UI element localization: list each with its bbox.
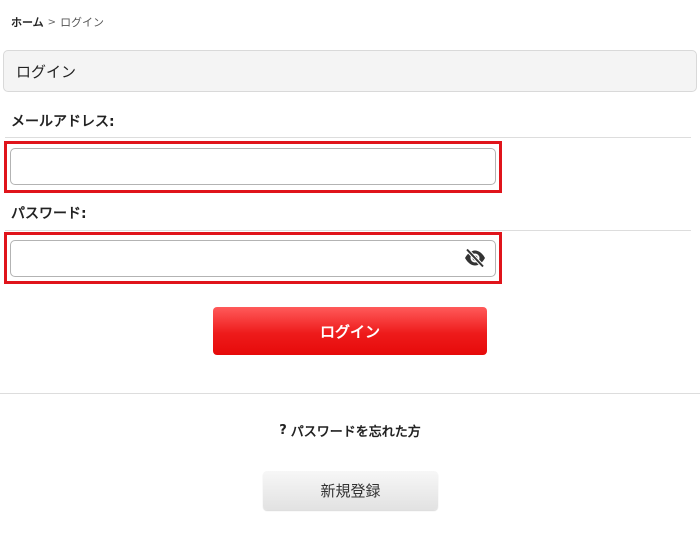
forgot-password-label: パスワードを忘れた方 xyxy=(290,425,421,440)
breadcrumb-separator: > xyxy=(47,17,57,28)
page-title-text: ログイン xyxy=(16,62,77,81)
password-label: パスワード: xyxy=(11,206,87,222)
forgot-password-link[interactable]: ? パスワードを忘れた方 xyxy=(0,421,700,440)
email-label-divider xyxy=(5,137,691,138)
password-label-divider xyxy=(5,230,691,231)
email-label: メールアドレス: xyxy=(11,114,115,130)
email-input[interactable] xyxy=(10,148,496,185)
question-mark-icon: ? xyxy=(279,423,287,438)
page-title: ログイン xyxy=(3,50,697,92)
login-button[interactable]: ログイン xyxy=(213,307,487,355)
eye-slash-icon[interactable] xyxy=(464,248,486,268)
breadcrumb: ホーム > ログイン xyxy=(11,16,104,30)
section-divider xyxy=(0,393,700,394)
breadcrumb-home-link[interactable]: ホーム xyxy=(11,16,44,30)
breadcrumb-current: ログイン xyxy=(60,16,105,29)
login-page: ホーム > ログイン ログイン メールアドレス: パスワード: ログイン ? パ… xyxy=(0,0,700,534)
register-button[interactable]: 新規登録 xyxy=(263,471,438,510)
password-input[interactable] xyxy=(10,240,496,277)
